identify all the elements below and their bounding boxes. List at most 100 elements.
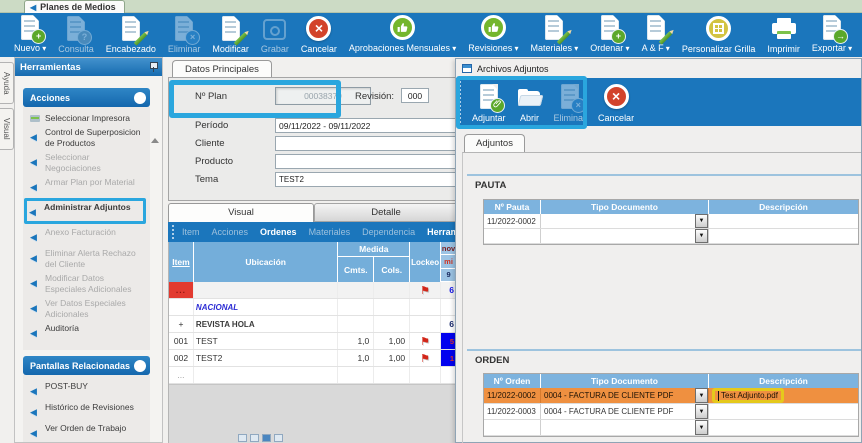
orden-table-header: Nº Orden Tipo Documento Descripción bbox=[484, 374, 858, 388]
sidebar-item-anexo-facturacion[interactable]: Anexo Facturación bbox=[30, 227, 146, 245]
app-tab-planes-de-medios[interactable]: Planes de Medios bbox=[24, 0, 125, 13]
pauta-row[interactable]: 11/2022-0002 bbox=[484, 214, 858, 229]
toolbar-button-abrir[interactable]: Abrir bbox=[512, 78, 548, 126]
toolbar-button-modificar[interactable]: Modificar bbox=[206, 15, 255, 57]
adjuntos-titlebar[interactable]: Archivos Adjuntos bbox=[456, 59, 861, 78]
toolbar-button-consulta[interactable]: ? Consulta bbox=[52, 15, 100, 57]
dropdown-icon[interactable] bbox=[695, 388, 708, 403]
menu-acciones[interactable]: Acciones bbox=[212, 227, 249, 237]
menu-ordenes[interactable]: Ordenes bbox=[260, 227, 297, 237]
col-header-ubicacion[interactable]: Ubicación bbox=[194, 242, 339, 282]
attach-document-icon bbox=[477, 83, 501, 110]
toolbar-button-nuevo[interactable]: + Nuevo bbox=[8, 15, 52, 57]
grid-row-revista-hola[interactable]: + REVISTA HOLA 6 bbox=[169, 316, 456, 333]
sidebar-item-historico-de-revisiones[interactable]: Histórico de Revisiones bbox=[30, 402, 146, 420]
grid-row-test[interactable]: 001 TEST 1,0 1,00 5 bbox=[169, 333, 456, 350]
toolbar-button-aprobaciones-mensuales[interactable]: Aprobaciones Mensuales bbox=[343, 15, 462, 57]
col-header-cmts[interactable]: Cmts. bbox=[338, 257, 374, 282]
sidebar-item-ver-orden-de-trabajo[interactable]: Ver Orden de Trabajo bbox=[30, 423, 146, 441]
menu-materiales[interactable]: Materiales bbox=[309, 227, 351, 237]
sidebar-item-modificar-datos-especiales[interactable]: Modificar Datos Especiales Adicionales bbox=[30, 273, 146, 295]
col-header-num-orden[interactable]: Nº Orden bbox=[484, 374, 541, 388]
pin-icon[interactable] bbox=[149, 62, 157, 72]
toolbar-button-adjuntar[interactable]: Adjuntar bbox=[466, 78, 512, 126]
grid-row-test2[interactable]: 002 TEST2 1,0 1,00 1 bbox=[169, 350, 456, 367]
col-header-date[interactable]: nov mi 9 bbox=[441, 242, 456, 282]
toolbar-button-revisiones[interactable]: Revisiones bbox=[462, 15, 524, 57]
orden-row-selected[interactable]: 11/2022-0002 0004 - FACTURA DE CLIENTE P… bbox=[484, 388, 858, 404]
sidebar-scroll-up-icon[interactable] bbox=[151, 138, 159, 143]
dropdown-icon[interactable] bbox=[695, 420, 708, 435]
toolbar-drag-handle[interactable] bbox=[459, 81, 461, 123]
arrow-icon bbox=[30, 248, 40, 266]
sidebar-item-auditoria[interactable]: Auditoría bbox=[30, 323, 146, 341]
archivos-adjuntos-window: Archivos Adjuntos Adjuntar Abrir × Elimi… bbox=[455, 58, 862, 443]
toolbar-button-materiales[interactable]: Materiales bbox=[525, 15, 585, 57]
sidebar-item-seleccionar-negociaciones[interactable]: Seleccionar Negociaciones bbox=[30, 152, 146, 174]
col-header-lockeo[interactable]: Lockeo bbox=[410, 242, 441, 282]
dropdown-icon[interactable] bbox=[695, 214, 708, 228]
sidebar-item-post-buy[interactable]: POST-BUY bbox=[30, 381, 146, 399]
dropdown-icon[interactable] bbox=[695, 229, 708, 243]
tab-ayuda[interactable]: Ayuda bbox=[0, 62, 14, 104]
grid-row-new[interactable]: ... bbox=[169, 367, 456, 384]
cliente-label: Cliente bbox=[195, 138, 225, 149]
tab-visual-side[interactable]: Visual bbox=[0, 108, 14, 150]
menu-item[interactable]: Item bbox=[182, 227, 200, 237]
app-logo-icon bbox=[30, 2, 36, 12]
printer-small-icon bbox=[30, 115, 40, 122]
orden-row[interactable]: 11/2022-0003 0004 - FACTURA DE CLIENTE P… bbox=[484, 404, 858, 420]
col-header-medida[interactable]: Medida bbox=[338, 242, 409, 257]
revision-field[interactable]: 000 bbox=[401, 88, 429, 103]
toolbar-button-imprimir[interactable]: Imprimir bbox=[761, 15, 806, 57]
delete-attachment-icon: × bbox=[558, 83, 582, 110]
toolbar-button-cancelar[interactable]: Cancelar bbox=[295, 15, 343, 57]
sidebar-item-control-superposicion[interactable]: Control de Superposicion de Productos bbox=[30, 127, 146, 149]
dropdown-icon[interactable] bbox=[695, 404, 708, 419]
col-header-descripcion[interactable]: Descripción bbox=[709, 200, 858, 214]
orden-row[interactable] bbox=[484, 420, 858, 436]
grid-row-summary[interactable]: ... 6 bbox=[169, 282, 456, 299]
periodo-field[interactable]: 09/11/2022 - 09/11/2022 bbox=[275, 118, 461, 133]
grid-row-nacional[interactable]: NACIONAL bbox=[169, 299, 456, 316]
collapse-dot-icon[interactable] bbox=[134, 92, 146, 104]
toolbar-button-eliminar-adjunto[interactable]: × Eliminar bbox=[548, 78, 593, 126]
toolbar-button-encabezado[interactable]: Encabezado bbox=[100, 15, 162, 57]
col-header-cols[interactable]: Cols. bbox=[374, 257, 409, 282]
col-header-tipo-documento[interactable]: Tipo Documento bbox=[541, 374, 709, 388]
col-header-descripcion[interactable]: Descripción bbox=[709, 374, 858, 388]
sidebar-item-seleccionar-impresora[interactable]: Seleccionar Impresora bbox=[30, 113, 146, 124]
col-header-tipo-documento[interactable]: Tipo Documento bbox=[541, 200, 709, 214]
toolbar-button-personalizar-grilla[interactable]: Personalizar Grilla bbox=[676, 15, 762, 57]
section-header-pantallas-relacionadas[interactable]: Pantallas Relacionadas bbox=[23, 356, 150, 375]
view-tab-visual[interactable]: Visual bbox=[168, 203, 314, 222]
text-caret bbox=[718, 391, 719, 401]
toolbar-button-cancelar-adjuntos[interactable]: Cancelar bbox=[592, 78, 640, 126]
view-tab-detalle[interactable]: Detalle bbox=[314, 203, 458, 222]
arrow-icon bbox=[29, 202, 39, 220]
tab-adjuntos[interactable]: Adjuntos bbox=[464, 134, 525, 152]
materials-edit-icon bbox=[542, 15, 566, 40]
sheet-mini-tabs[interactable] bbox=[238, 434, 283, 442]
toolbar-button-ordenar[interactable]: + Ordenar bbox=[584, 15, 635, 57]
toolbar-button-a-and-f[interactable]: A & F bbox=[636, 15, 676, 57]
tab-datos-principales[interactable]: Datos Principales bbox=[172, 60, 272, 78]
plan-label: Nº Plan bbox=[195, 91, 227, 102]
toolbar-button-grabar[interactable]: Grabar bbox=[255, 15, 295, 57]
menu-dependencia[interactable]: Dependencia bbox=[362, 227, 415, 237]
col-header-num-pauta[interactable]: Nº Pauta bbox=[484, 200, 541, 214]
menubar-drag-handle[interactable] bbox=[172, 225, 174, 239]
collapse-dot-icon[interactable] bbox=[134, 360, 146, 372]
arrow-icon bbox=[30, 152, 40, 170]
toolbar-button-exportar[interactable]: → Exportar bbox=[806, 15, 858, 57]
toolbar-button-eliminar[interactable]: × Eliminar bbox=[162, 15, 207, 57]
sidebar-item-eliminar-alerta-rechazo[interactable]: Eliminar Alerta Rechazo del Cliente bbox=[30, 248, 146, 270]
order-document-icon: + bbox=[598, 15, 622, 40]
sidebar-item-ver-datos-especiales[interactable]: Ver Datos Especiales Adicionales bbox=[30, 298, 146, 320]
sidebar-item-administrar-adjuntos[interactable]: Administrar Adjuntos bbox=[24, 198, 146, 224]
col-header-item[interactable]: Item bbox=[169, 242, 194, 282]
pauta-row[interactable] bbox=[484, 229, 858, 244]
sidebar-item-armar-plan-por-material[interactable]: Armar Plan por Material bbox=[30, 177, 146, 195]
arrow-icon bbox=[30, 323, 40, 341]
section-header-acciones[interactable]: Acciones bbox=[23, 88, 150, 107]
